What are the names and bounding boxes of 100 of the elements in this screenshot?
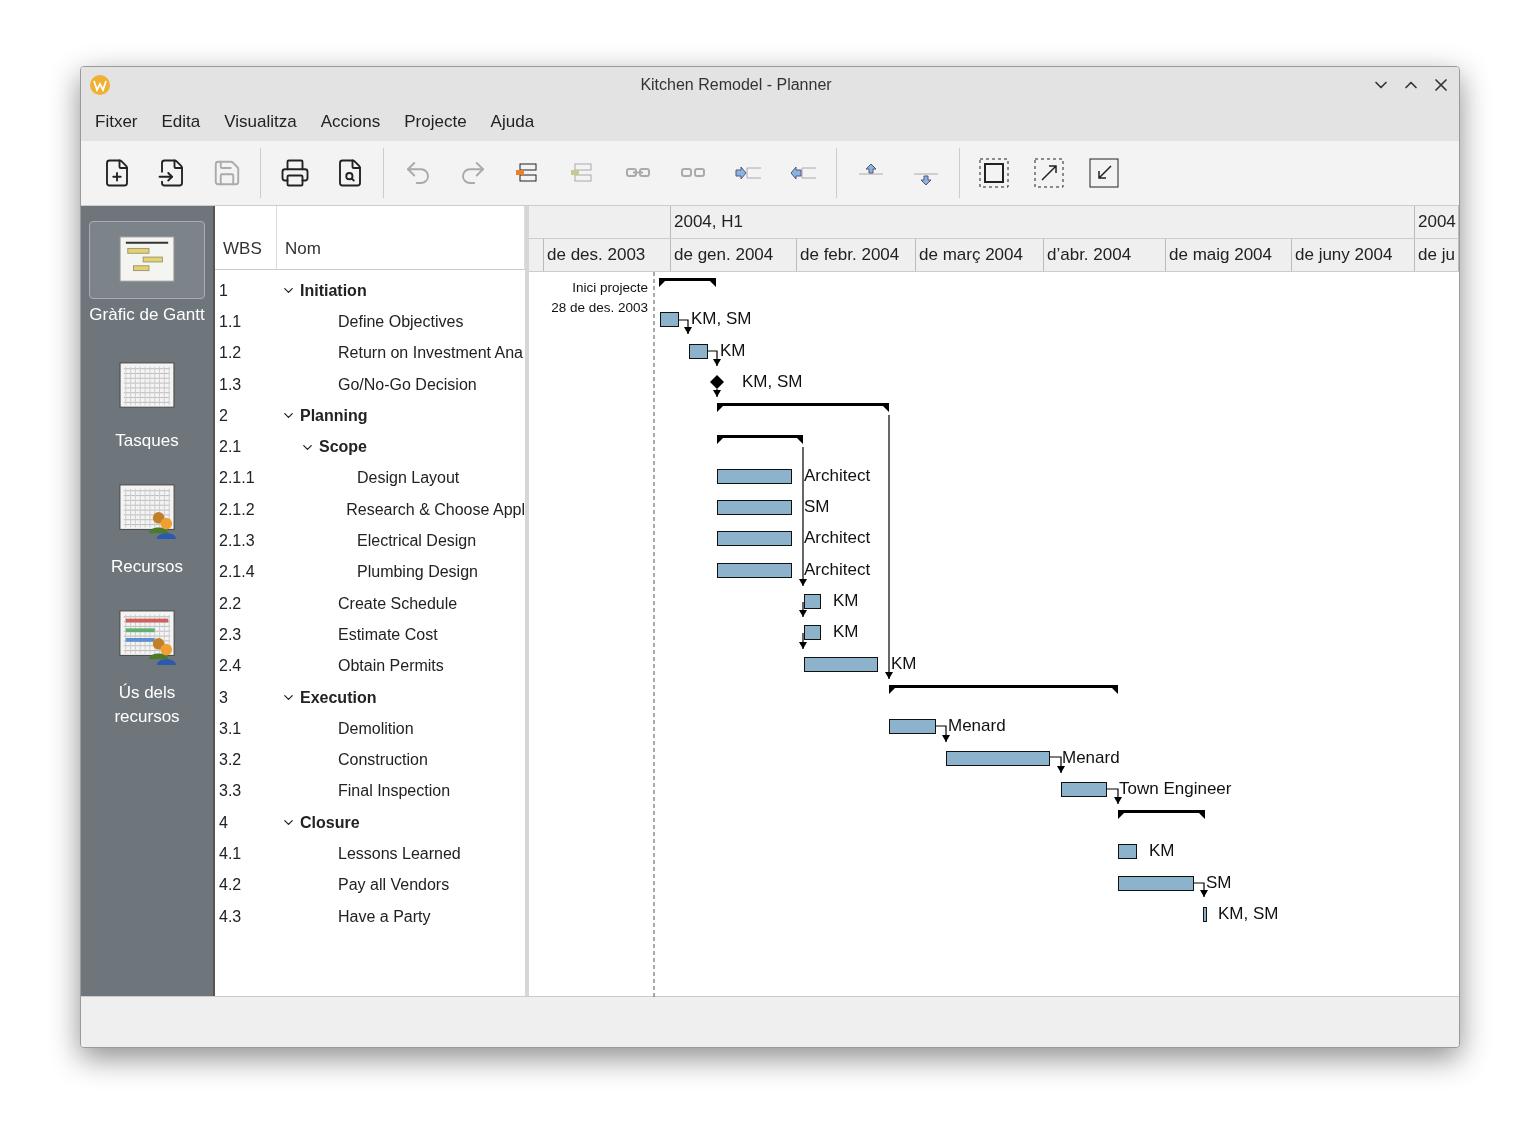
wbs-cell-text: 2.1.2 (218, 500, 256, 519)
task-bar[interactable] (689, 343, 708, 359)
wbs-cell-text: 4 (218, 813, 229, 832)
task-bar[interactable] (660, 312, 679, 328)
menu-item[interactable]: Edita (151, 112, 211, 132)
task-name: Plumbing Design (357, 563, 478, 582)
wbs-cell-text: 1 (218, 281, 229, 300)
view-label: Ús dels recursos (113, 682, 181, 728)
wbs-cell-text: 2.3 (218, 625, 243, 644)
wbs-cell-text: 2.4 (218, 657, 243, 676)
menu-item[interactable]: Accions (310, 112, 391, 132)
task-bar[interactable] (717, 562, 792, 578)
wbs-cell-text: 4.2 (218, 876, 243, 895)
task-bar[interactable] (889, 719, 936, 735)
task-name: Go/No-Go Decision (338, 375, 477, 394)
task-name: Research & Choose Appl (346, 500, 525, 519)
task-name: Design Layout (357, 469, 460, 488)
task-name: Initiation (300, 281, 367, 300)
wbs-cell-text: 4.1 (218, 845, 243, 863)
task-name: Construction (338, 751, 428, 770)
summary-bar[interactable] (1118, 810, 1205, 820)
wbs-cell-text: 2.1 (218, 438, 243, 457)
task-name: Execution (300, 688, 377, 707)
column-header[interactable]: Nom (277, 206, 525, 269)
menu-item[interactable]: Visualitza (214, 112, 307, 132)
resource-label: KM (891, 653, 917, 674)
task-bar[interactable] (804, 594, 821, 609)
task-name: Pay all Vendors (338, 876, 450, 895)
task-name: Obtain Permits (338, 657, 444, 676)
month-header: de maig 2004 (1166, 239, 1292, 271)
view-label: Gràfic de Gantt (89, 304, 205, 326)
summary-bar[interactable] (889, 684, 1118, 694)
task-name: Closure (300, 813, 360, 832)
task-bar[interactable] (804, 656, 878, 672)
summary-bar[interactable] (717, 434, 803, 444)
wbs-cell-text: 3.1 (218, 719, 243, 738)
menu-item[interactable]: Fitxer (85, 112, 148, 132)
task-name: Lessons Learned (338, 845, 461, 863)
wbs-cell-text: 4.3 (218, 907, 243, 926)
resource-label: KM (720, 340, 746, 361)
resource-label: Town Engineer (1119, 778, 1232, 799)
resource-label: SM (804, 497, 830, 518)
month-header: de gen. 2004 (671, 239, 797, 271)
month-header: de juny 2004 (1292, 239, 1415, 271)
wbs-cell-text: 1.1 (218, 312, 243, 331)
resource-label: Architect (804, 559, 871, 580)
wbs-cell-text: 2.1.4 (218, 563, 256, 582)
month-header: de des. 2003 (544, 239, 671, 271)
summary-bar[interactable] (717, 403, 889, 413)
resource-label: Menard (1062, 747, 1120, 768)
task-name: Electrical Design (357, 532, 477, 550)
gantt-chart-icon (118, 235, 176, 285)
resource-label: SM (1206, 872, 1232, 893)
task-bar[interactable] (946, 750, 1050, 766)
task-name: Demolition (338, 719, 414, 738)
menu-item[interactable]: Projecte (394, 112, 477, 132)
wbs-cell-text: 1.2 (218, 344, 243, 363)
month-header: de febr. 2004 (797, 239, 916, 271)
task-bar[interactable] (1203, 907, 1207, 922)
resource-label: Architect (804, 465, 871, 486)
period-header: 2004, H1 (671, 206, 1415, 238)
wbs-cell-text: 3.3 (218, 782, 243, 801)
column-header[interactable]: WBS (215, 206, 277, 269)
task-name: Scope (319, 438, 367, 457)
resource-label: KM (833, 591, 859, 611)
resource-label: KM, SM (1218, 904, 1279, 924)
resource-label: Architect (804, 528, 871, 549)
people-chart-icon (118, 608, 176, 668)
task-name: Create Schedule (338, 594, 458, 613)
resource-label: Menard (948, 716, 1006, 737)
task-bar[interactable] (717, 468, 792, 484)
wbs-cell-text: 2.1.1 (218, 469, 256, 488)
view-button[interactable] (89, 221, 205, 299)
month-header: de març 2004 (916, 239, 1044, 271)
wbs-cell-text: 2 (218, 406, 229, 425)
task-bar[interactable] (717, 531, 792, 547)
task-bar[interactable] (717, 500, 792, 516)
wbs-cell-text: 1.3 (218, 375, 243, 394)
table-grid-icon (118, 361, 176, 411)
resource-label: KM, SM (742, 371, 803, 392)
month-header: d’abr. 2004 (1044, 239, 1166, 271)
menu-item[interactable]: Ajuda (480, 112, 545, 132)
resource-label: KM (1149, 841, 1175, 862)
period-header: 2004 (1415, 206, 1459, 238)
wbs-cell-text: 3 (218, 688, 229, 707)
summary-bar[interactable] (659, 278, 716, 287)
task-bar[interactable] (1061, 781, 1107, 797)
project-start-date: 28 de des. 2003 (551, 299, 648, 317)
task-name: Return on Investment Ana (338, 344, 523, 363)
resource-label: KM, SM (691, 309, 752, 330)
task-name: Planning (300, 406, 368, 425)
month-header: de ju (1415, 239, 1459, 271)
wbs-cell-text: 2.1.3 (218, 532, 256, 550)
task-name: Estimate Cost (338, 625, 438, 644)
task-bar[interactable] (1118, 844, 1137, 860)
task-bar[interactable] (804, 625, 821, 641)
window-title: Kitchen Remodel - Planner (639, 76, 833, 94)
wbs-cell-text: 3.2 (218, 751, 243, 770)
task-bar[interactable] (1118, 875, 1194, 891)
project-start-label: Inici projecte (572, 279, 648, 297)
